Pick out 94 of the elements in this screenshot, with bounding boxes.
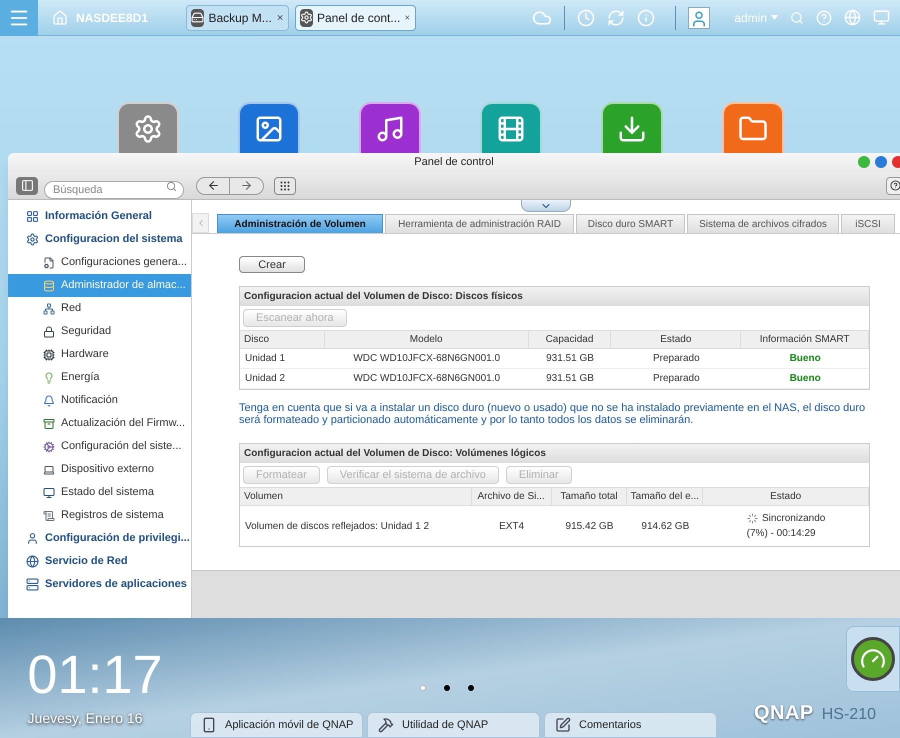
table-cell-text: EXT4 <box>498 520 526 534</box>
avatar-icon[interactable] <box>688 6 710 28</box>
maximize-button[interactable] <box>875 156 887 168</box>
smart-status: Bueno <box>788 372 822 386</box>
sidebar-item[interactable]: Información General <box>8 205 191 228</box>
forward-button[interactable] <box>230 176 264 194</box>
server-icon <box>191 8 204 26</box>
clock-date: Juevesy, Enero 16 <box>28 709 142 728</box>
table-cell-text: Unidad 1 <box>244 352 286 366</box>
dock-button[interactable]: Comentarios <box>544 712 717 738</box>
dashboard-widget[interactable] <box>846 626 900 692</box>
column-header[interactable]: Capacidad <box>528 331 612 348</box>
sidebar-item[interactable]: Configuraciones genera... <box>8 251 191 274</box>
app-icon[interactable] <box>480 102 542 153</box>
pencil-icon <box>555 717 571 733</box>
app-icon[interactable] <box>722 102 784 153</box>
app-icon[interactable] <box>238 102 300 153</box>
create-button[interactable]: Crear <box>239 256 305 273</box>
column-header[interactable]: Volumen <box>240 488 472 505</box>
sidebar-item[interactable]: Red <box>8 297 191 320</box>
panel-header: Configuracion actual del Volumen de Disco: Volúmenes lógicos <box>240 444 869 463</box>
hammer-icon <box>378 717 394 733</box>
close-icon[interactable] <box>276 12 284 23</box>
tab[interactable]: Herramienta de administración RAID <box>385 214 574 233</box>
column-header[interactable]: Estado <box>611 331 742 348</box>
table-cell-text: Unidad 2 <box>244 372 286 386</box>
search-field[interactable]: Búsqueda <box>44 180 184 198</box>
tab[interactable]: Sistema de archivos cifrados <box>687 214 839 233</box>
sidebar-item[interactable]: Configuración de privilegi... <box>8 527 191 550</box>
forward-arrow-icon <box>240 179 253 192</box>
help-icon <box>890 180 900 191</box>
window-title: Panel de control <box>414 155 494 170</box>
tab[interactable]: Disco duro SMART <box>576 214 685 233</box>
gear-icon <box>300 8 313 26</box>
tab[interactable]: iSCSI <box>841 214 895 233</box>
app-tab[interactable]: Backup M... <box>186 4 289 30</box>
panel-header: Configuracion actual del Volumen de Disco: Discos físicos <box>240 287 869 306</box>
column-header[interactable]: Estado <box>703 488 869 505</box>
status-text: Sincronizando <box>762 512 826 526</box>
sidebar-item[interactable]: Configuración del siste... <box>8 435 191 458</box>
spinner-icon <box>746 513 758 524</box>
back-button[interactable] <box>196 176 230 194</box>
dock-button[interactable]: Aplicación móvil de QNAP <box>190 712 363 738</box>
sidebar-item[interactable]: Energía <box>8 366 191 389</box>
minimize-button[interactable] <box>858 156 870 168</box>
sidebar-item[interactable]: Notificación <box>8 389 191 412</box>
table-cell-text: 915.42 GB <box>564 520 614 534</box>
sidebar-item[interactable]: Hardware <box>8 343 191 366</box>
sidebar-item[interactable]: Configuracion del sistema <box>8 228 191 251</box>
app-icon[interactable] <box>359 102 421 153</box>
collapse-button[interactable] <box>521 200 571 212</box>
column-header[interactable]: Tamaño del e... <box>627 488 704 505</box>
apps-grid-button[interactable] <box>274 176 296 194</box>
dock-button[interactable]: Utilidad de QNAP <box>367 712 540 738</box>
smart-status: Bueno <box>788 352 822 366</box>
table-cell-text: WDC WD10JFCX-68N6GN001.0 <box>352 372 502 386</box>
column-header[interactable]: Archivo de Si... <box>472 488 552 505</box>
table-cell-text: WDC WD10JFCX-68N6GN001.0 <box>352 352 502 366</box>
menu-button[interactable] <box>0 0 38 36</box>
tab[interactable]: Administración de Volumen <box>217 214 383 233</box>
app-tab[interactable]: Panel de cont... <box>295 4 416 30</box>
table-cell-text: Volumen de discos reflejados: Unidad 1 2 <box>244 520 430 534</box>
app-icon[interactable] <box>601 102 663 153</box>
sidebar-item[interactable]: Servicio de Red <box>8 550 191 573</box>
gauge-icon <box>851 637 895 681</box>
host-name: NASDEE8D1 <box>76 10 150 26</box>
column-header[interactable]: Tamaño total <box>552 488 628 505</box>
help-button[interactable] <box>886 176 900 194</box>
column-header[interactable]: Información SMART <box>741 331 870 348</box>
clock-time: 01:17 <box>27 648 163 702</box>
app-icon[interactable] <box>117 102 179 153</box>
table-cell-text: 931.51 GB <box>545 352 595 366</box>
table-cell-text: 914.62 GB <box>640 520 690 534</box>
sidebar-item[interactable]: Servidores de aplicaciones <box>8 573 191 596</box>
sidebar-item[interactable]: Dispositivo externo <box>8 458 191 481</box>
table-cell-text: Preparado <box>652 372 701 386</box>
column-header[interactable]: Disco <box>240 331 325 348</box>
brand-logo: QNAP <box>754 701 814 726</box>
back-arrow-icon <box>206 179 220 192</box>
sidebar-item[interactable]: Registros de sistema <box>8 504 191 527</box>
table-cell-text: 931.51 GB <box>545 372 595 386</box>
table-cell-text: Preparado <box>652 352 701 366</box>
model-name: HS-210 <box>822 705 876 725</box>
sidebar-toggle-button[interactable] <box>16 176 38 194</box>
sidebar-item[interactable]: Seguridad <box>8 320 191 343</box>
search-icon <box>166 180 177 192</box>
warning-note: Tenga en cuenta que si va a instalar un disco duro (nuevo o usado) que no se ha instalado previamente en el NAS, el disco duro será formateado y particionado automáticamente y por lo tanto todos los datos se eliminarán. <box>239 402 866 426</box>
grid-icon <box>279 180 291 192</box>
progress-text: (7%) - 00:14:29 <box>746 527 816 541</box>
phone-icon <box>201 717 217 733</box>
sidebar-icon <box>20 179 34 192</box>
sidebar-item[interactable]: Estado del sistema <box>8 481 191 504</box>
sidebar-item[interactable]: Actualización del Firmw... <box>8 412 191 435</box>
column-header[interactable]: Modelo <box>324 331 529 348</box>
